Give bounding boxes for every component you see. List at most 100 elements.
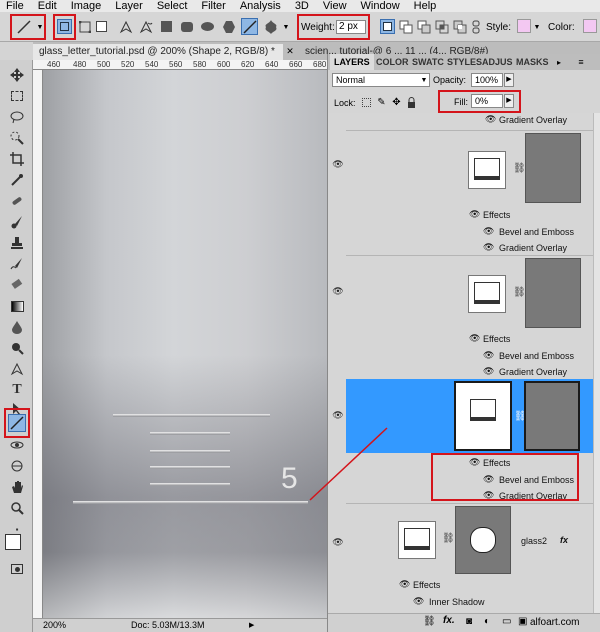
paths-icon[interactable] [78,20,91,33]
layer-visibility-eye-icon[interactable]: 👁 [331,537,345,547]
pen-tool-sidebar-icon[interactable] [8,360,26,378]
add-mask-icon[interactable]: ◙ [466,616,472,627]
adjustment-layer-icon[interactable]: ◐ [484,616,490,627]
menu-window[interactable]: Window [354,0,407,12]
eye-icon[interactable]: 👁 [483,350,494,361]
3d-rotate-icon[interactable] [8,436,26,454]
exclude-shape-icon[interactable] [452,19,467,34]
menu-layer[interactable]: Layer [108,0,150,12]
eye-icon[interactable]: 👁 [399,579,410,590]
new-shape-layer-icon[interactable] [380,19,395,34]
gradient-tool-icon[interactable] [8,297,26,315]
custom-shape-icon[interactable] [262,18,279,35]
effect-bevel-emboss[interactable]: Bevel and Emboss [499,351,574,361]
link-layers-icon[interactable]: ⛓ [423,616,436,627]
tab-glass-letter[interactable]: glass_letter_tutorial.psd @ 200% (Shape … [33,44,283,60]
chain-link-icon[interactable]: ⛓ [513,163,526,174]
effect-gradient-overlay[interactable]: Gradient Overlay [499,367,567,377]
marquee-tool-icon[interactable] [8,87,26,105]
line-tool-preset-icon[interactable] [14,18,34,36]
layer-thumbnail[interactable] [468,275,506,313]
vector-mask-thumbnail[interactable] [524,381,580,451]
effect-bevel-emboss[interactable]: Bevel and Emboss [499,227,574,237]
shape-dropdown-icon[interactable]: ▼ [282,22,290,32]
blur-tool-icon[interactable] [8,318,26,336]
tab-masks[interactable]: MASKS [512,54,553,70]
tab-color[interactable]: COLOR [372,54,413,70]
freeform-pen-icon[interactable] [138,19,153,34]
layer-name-glass2[interactable]: glass2 [521,536,547,546]
rounded-rectangle-icon[interactable] [180,20,194,33]
preset-dropdown-icon[interactable]: ▼ [36,22,44,32]
close-tab-icon[interactable]: ✕ [285,46,295,56]
pen-tool-icon[interactable] [118,19,133,34]
layer-thumbnail[interactable] [398,521,436,559]
eye-icon[interactable]: 👁 [483,226,494,237]
menu-3d[interactable]: 3D [288,0,316,12]
eye-icon[interactable]: 👁 [413,596,424,607]
lock-all-icon[interactable] [406,97,417,108]
tab-swatches[interactable]: SWATC [408,54,448,70]
menu-select[interactable]: Select [150,0,195,12]
lock-position-icon[interactable]: ✥ [391,97,402,108]
eye-icon[interactable]: 👁 [483,366,494,377]
effect-gradient-overlay[interactable]: Gradient Overlay [499,243,567,253]
dodge-tool-icon[interactable] [8,339,26,357]
style-dropdown-icon[interactable]: ▼ [533,22,541,32]
tab-adjustments[interactable]: ADJUS [478,54,517,70]
layer-visibility-eye-icon[interactable]: 👁 [331,286,345,296]
vector-mask-thumbnail[interactable] [525,133,581,203]
opacity-arrow-icon[interactable]: ▶ [504,73,514,87]
quick-selection-icon[interactable] [8,129,26,147]
layer-visibility-eye-icon[interactable]: 👁 [331,159,345,169]
3d-orbit-icon[interactable] [8,457,26,475]
layer-mask-thumbnail[interactable] [455,506,511,574]
menu-image[interactable]: Image [64,0,109,12]
layer-thumbnail[interactable] [454,381,512,451]
brush-tool-icon[interactable] [8,213,26,231]
fill-arrow-icon[interactable]: ▶ [504,94,514,108]
add-style-icon[interactable]: fx. [443,615,455,626]
intersect-shape-icon[interactable] [434,19,449,34]
weight-input[interactable]: 2 px [336,20,366,34]
zoom-level[interactable]: 200% [43,619,66,632]
move-tool-icon[interactable] [8,66,26,84]
effect-gradient-overlay[interactable]: Gradient Overlay [499,115,567,125]
subtract-shape-icon[interactable] [416,19,431,34]
menu-edit[interactable]: Edit [31,0,64,12]
tab-layers[interactable]: LAYERS [330,54,374,70]
quick-mask-icon[interactable] [8,560,26,578]
fx-icon[interactable]: fx [560,535,568,545]
eye-icon[interactable]: 👁 [469,209,480,220]
eraser-tool-icon[interactable] [8,276,26,294]
fill-pixels-icon[interactable] [95,20,108,33]
menu-file[interactable]: File [0,0,31,12]
menu-filter[interactable]: Filter [194,0,232,12]
vector-mask-thumbnail[interactable] [525,258,581,328]
panel-menu-icon[interactable]: ≡ [575,57,587,67]
eyedropper-icon[interactable] [8,171,26,189]
lock-transparent-icon[interactable] [361,97,372,108]
line-tool-sidebar-icon[interactable] [8,414,26,432]
line-tool-icon[interactable] [241,18,258,35]
lock-image-icon[interactable]: ✎ [376,97,387,108]
status-arrow-icon[interactable]: ▶ [249,619,254,632]
chain-link-icon[interactable]: ⛓ [513,287,526,298]
polygon-tool-icon[interactable] [221,19,236,34]
layer-thumbnail[interactable] [468,151,506,189]
effect-inner-shadow[interactable]: Inner Shadow [429,597,485,607]
menu-help[interactable]: Help [407,0,444,12]
new-group-icon[interactable]: ▭ [502,616,511,627]
eye-icon[interactable]: 👁 [485,114,496,125]
chain-link-icon[interactable]: ⛓ [442,533,455,544]
new-layer-icon[interactable]: ▣ [518,616,527,627]
panel-scroll-icon[interactable]: ▸ [554,57,564,67]
spot-healing-icon[interactable] [8,192,26,210]
opacity-input[interactable]: 100% [471,73,503,87]
rectangle-tool-icon[interactable] [160,20,173,33]
layer-visibility-eye-icon[interactable]: 👁 [331,410,345,420]
eye-icon[interactable]: 👁 [483,242,494,253]
blend-mode-select[interactable]: Normal [332,73,430,87]
style-swatch[interactable] [517,19,531,33]
fill-input[interactable]: 0% [471,94,503,108]
